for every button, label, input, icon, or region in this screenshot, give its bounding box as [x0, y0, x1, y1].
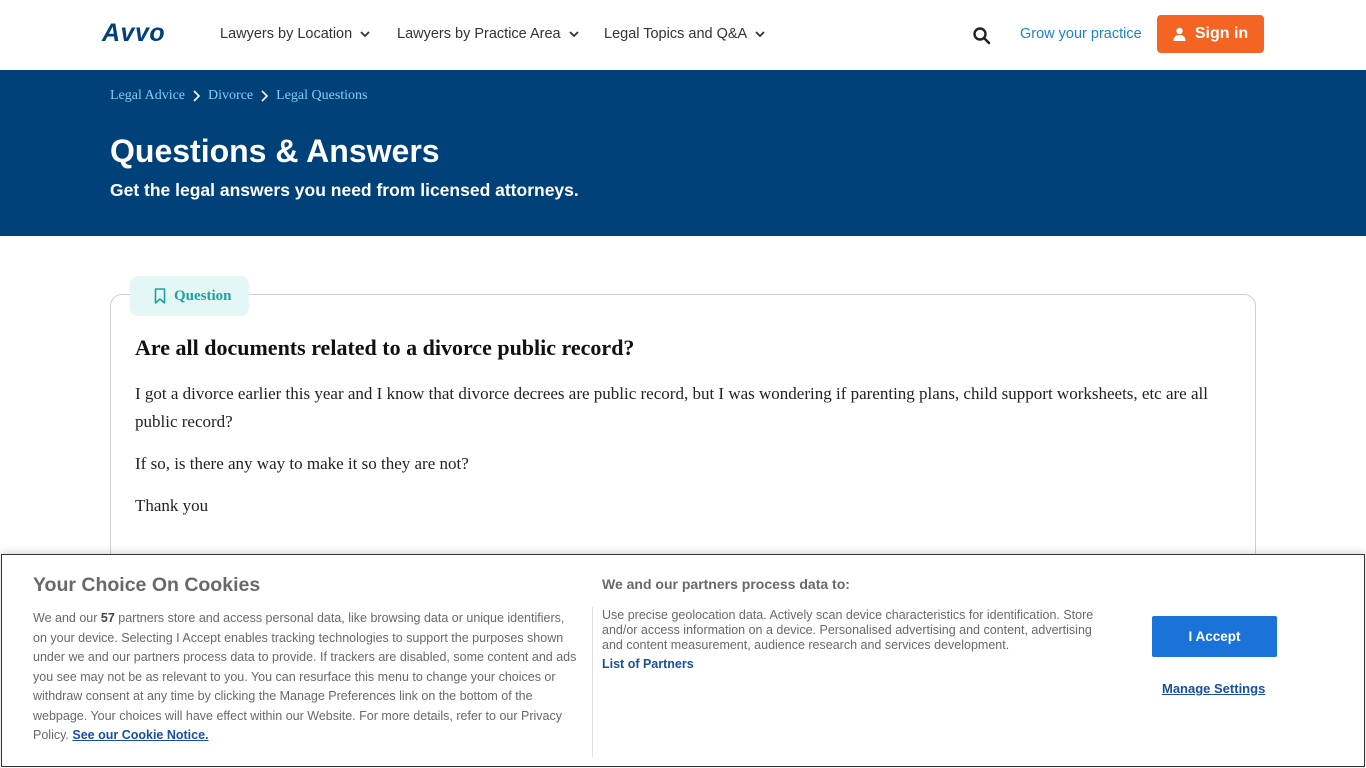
cookie-purposes-text: Use precise geolocation data. Actively s… [602, 608, 1094, 652]
grow-your-practice-link[interactable]: Grow your practice [1020, 26, 1142, 42]
question-title: Are all documents related to a divorce p… [135, 335, 635, 360]
cookie-text-rest: partners store and access personal data,… [33, 611, 577, 742]
nav-label: Lawyers by Location [220, 26, 353, 42]
chevron-down-icon [568, 31, 579, 38]
question-paragraph: Thank you [135, 496, 209, 515]
question-tag: Question [130, 276, 249, 316]
chevron-right-icon [193, 90, 201, 102]
breadcrumb: Legal Advice Divorce Legal Questions [110, 88, 368, 104]
cookie-purposes-title: We and our partners process data to: [602, 576, 850, 592]
chevron-right-icon [261, 90, 269, 102]
question-tag-label: Question [174, 287, 232, 304]
accept-cookies-button[interactable]: I Accept [1152, 616, 1277, 657]
list-of-partners-link[interactable]: List of Partners [602, 657, 694, 671]
bookmark-icon [154, 288, 166, 304]
nav-label: Lawyers by Practice Area [397, 26, 561, 42]
question-body: I got a divorce earlier this year and I … [135, 380, 1235, 534]
page-title: Questions & Answers [110, 133, 440, 169]
breadcrumb-divorce[interactable]: Divorce [208, 88, 253, 104]
manage-settings-link[interactable]: Manage Settings [1162, 681, 1265, 696]
sign-in-button[interactable]: Sign in [1157, 15, 1264, 53]
page-subtitle: Get the legal answers you need from lice… [110, 180, 579, 200]
partner-count: 57 [100, 611, 115, 625]
top-navigation: Avvo Lawyers by Location Lawyers by Prac… [0, 0, 1366, 70]
cookie-divider [592, 607, 593, 757]
sign-in-label: Sign in [1194, 25, 1249, 42]
cookie-consent-banner: Your Choice On Cookies We and our 57 par… [1, 554, 1365, 767]
question-paragraph: I got a divorce earlier this year and I … [135, 384, 1208, 431]
breadcrumb-legal-advice[interactable]: Legal Advice [110, 88, 185, 104]
breadcrumb-legal-questions[interactable]: Legal Questions [276, 88, 367, 104]
user-icon [1173, 27, 1186, 41]
cookie-title: Your Choice On Cookies [33, 574, 261, 596]
avvo-logo[interactable]: Avvo [102, 19, 165, 48]
nav-lawyers-by-practice-area[interactable]: Lawyers by Practice Area [397, 26, 579, 42]
question-paragraph: If so, is there any way to make it so th… [135, 454, 469, 473]
chevron-down-icon [755, 31, 765, 38]
chevron-down-icon [360, 31, 370, 38]
nav-legal-topics[interactable]: Legal Topics and Q&A [604, 26, 765, 42]
cookie-notice-link[interactable]: See our Cookie Notice. [72, 728, 208, 742]
nav-lawyers-by-location[interactable]: Lawyers by Location [220, 26, 370, 42]
cookie-text-start: We and our [33, 611, 101, 625]
cookie-description: We and our 57 partners store and access … [33, 609, 578, 746]
nav-label: Legal Topics and Q&A [604, 26, 748, 42]
hero-banner: Legal Advice Divorce Legal Questions Que… [0, 70, 1366, 236]
search-icon[interactable] [972, 26, 992, 46]
